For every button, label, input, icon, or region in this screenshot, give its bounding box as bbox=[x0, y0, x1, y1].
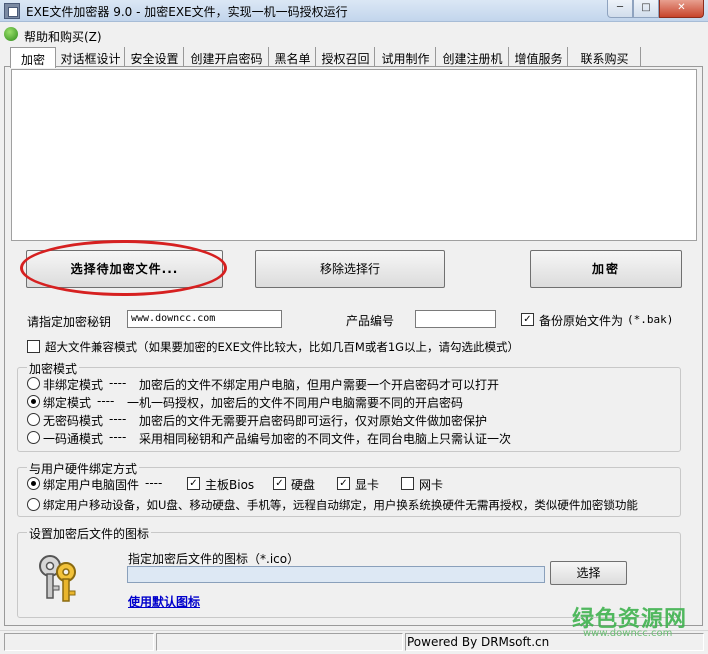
watermark-url: www.downcc.com bbox=[583, 628, 673, 639]
status-cell-1 bbox=[4, 633, 154, 651]
large-file-checkbox[interactable] bbox=[27, 340, 40, 353]
tab-revoke[interactable]: 授权召回 bbox=[317, 47, 375, 67]
disk-label: 硬盘 bbox=[291, 478, 316, 492]
help-icon bbox=[4, 27, 18, 41]
mode-desc-nopassword: 加密后的文件无需要开启密码即可运行，仅对原始文件做加密保护 bbox=[139, 414, 488, 428]
close-button[interactable]: ✕ bbox=[659, 0, 704, 18]
mode-separator: ---- bbox=[109, 376, 127, 390]
keys-icon bbox=[39, 555, 76, 602]
bind-mobile-label: 绑定用户移动设备，如U盘、移动硬盘、手机等，远程自动绑定，用户换系统换硬件无需再… bbox=[43, 498, 638, 512]
mode-radio-unbound[interactable] bbox=[27, 377, 40, 390]
backup-checkbox[interactable]: ✓ bbox=[521, 313, 534, 326]
tab-dialog-design[interactable]: 对话框设计 bbox=[57, 47, 125, 67]
bios-checkbox[interactable]: ✓ bbox=[187, 477, 200, 490]
bind-mobile-radio[interactable] bbox=[27, 498, 40, 511]
mode-separator: ---- bbox=[97, 394, 115, 408]
mode-separator: ---- bbox=[109, 430, 127, 444]
mode-name-unbound: 非绑定模式 bbox=[43, 378, 104, 392]
encrypt-button[interactable]: 加密 bbox=[530, 250, 682, 288]
icon-path-input[interactable] bbox=[127, 566, 545, 583]
mode-name-onecode: 一码通模式 bbox=[43, 432, 104, 446]
remove-row-button[interactable]: 移除选择行 bbox=[255, 250, 445, 288]
backup-label: 备份原始文件为 bbox=[539, 314, 624, 328]
window-title: EXE文件加密器 9.0 - 加密EXE文件，实现一机一码授权运行 bbox=[26, 5, 348, 19]
tab-trial[interactable]: 试用制作 bbox=[376, 47, 436, 67]
gpu-label: 显卡 bbox=[355, 478, 380, 492]
status-cell-2 bbox=[156, 633, 403, 651]
product-id-input[interactable] bbox=[415, 310, 496, 328]
mode-name-bound: 绑定模式 bbox=[43, 396, 92, 410]
mode-radio-nopassword[interactable] bbox=[27, 413, 40, 426]
app-icon bbox=[4, 3, 20, 19]
icon-field-label: 指定加密后文件的图标（*.ico） bbox=[128, 552, 300, 566]
large-file-label: 超大文件兼容模式（如果要加密的EXE文件比较大，比如几百M或者1G以上，请勾选此… bbox=[45, 340, 520, 354]
tab-create-password[interactable]: 创建开启密码 bbox=[185, 47, 269, 67]
mode-desc-unbound: 加密后的文件不绑定用户电脑，但用户需要一个开启密码才可以打开 bbox=[139, 378, 500, 392]
bind-separator: ---- bbox=[145, 476, 163, 490]
nic-checkbox[interactable] bbox=[401, 477, 414, 490]
key-label: 请指定加密秘钥 bbox=[27, 315, 112, 329]
tab-contact-buy[interactable]: 联系购买 bbox=[569, 47, 641, 67]
bind-pc-radio[interactable] bbox=[27, 477, 40, 490]
mode-desc-bound: 一机一码授权，加密后的文件不同用户电脑需要不同的开启密码 bbox=[127, 396, 464, 410]
use-default-icon-link[interactable]: 使用默认图标 bbox=[128, 593, 200, 610]
choose-icon-button[interactable]: 选择 bbox=[550, 561, 627, 585]
gpu-checkbox[interactable]: ✓ bbox=[337, 477, 350, 490]
mode-separator: ---- bbox=[109, 412, 127, 426]
menu-help-purchase[interactable]: 帮助和购买(Z) bbox=[24, 28, 102, 45]
bind-pc-label: 绑定用户电脑固件 bbox=[43, 478, 140, 492]
mode-desc-onecode: 采用相同秘钥和产品编号加密的不同文件，在同台电脑上只需认证一次 bbox=[139, 432, 512, 446]
mode-radio-onecode[interactable] bbox=[27, 431, 40, 444]
highlight-ellipse bbox=[20, 240, 227, 296]
bios-label: 主板Bios bbox=[205, 478, 255, 492]
file-list[interactable] bbox=[11, 69, 697, 241]
nic-label: 网卡 bbox=[419, 478, 444, 492]
tab-blacklist[interactable]: 黑名单 bbox=[270, 47, 316, 67]
tab-keygen[interactable]: 创建注册机 bbox=[437, 47, 509, 67]
tab-encrypt[interactable]: 加密 bbox=[10, 47, 56, 68]
product-id-label: 产品编号 bbox=[346, 314, 395, 328]
tab-security[interactable]: 安全设置 bbox=[126, 47, 184, 67]
mode-name-nopassword: 无密码模式 bbox=[43, 414, 104, 428]
powered-by-text: Powered By DRMsoft.cn bbox=[407, 635, 550, 649]
minimize-button[interactable]: ─ bbox=[607, 0, 633, 18]
backup-ext-label: (*.bak) bbox=[627, 313, 674, 326]
key-input[interactable]: www.downcc.com bbox=[127, 310, 282, 328]
mode-radio-bound[interactable] bbox=[27, 395, 40, 408]
disk-checkbox[interactable]: ✓ bbox=[273, 477, 286, 490]
hardware-group-title: 与用户硬件绑定方式 bbox=[27, 460, 140, 477]
mode-group-title: 加密模式 bbox=[27, 360, 80, 377]
maximize-button[interactable]: □ bbox=[633, 0, 659, 18]
icon-group-title: 设置加密后文件的图标 bbox=[27, 525, 152, 542]
tab-value-added[interactable]: 增值服务 bbox=[510, 47, 568, 67]
